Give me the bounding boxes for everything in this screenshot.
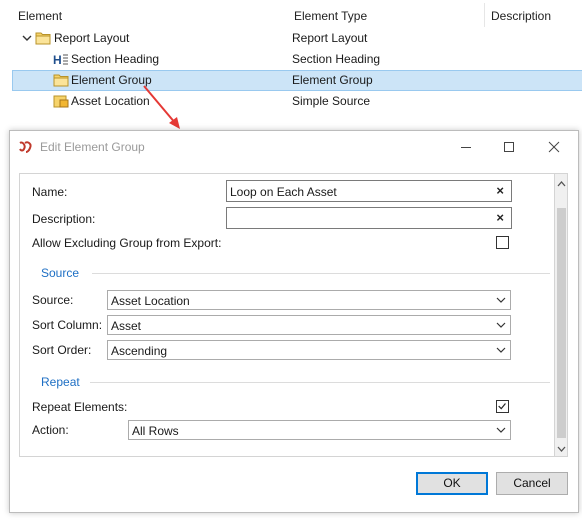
description-field[interactable]: ×	[226, 207, 512, 229]
dialog-titlebar[interactable]: Edit Element Group	[10, 131, 578, 163]
chevron-down-icon	[496, 427, 506, 433]
scroll-down-icon[interactable]	[555, 442, 568, 456]
chevron-down-icon	[496, 347, 506, 353]
tree-element-type: Element Group	[292, 73, 373, 87]
source-section-title: Source	[41, 266, 80, 280]
scrollbar-thumb[interactable]	[557, 208, 566, 438]
action-value: All Rows	[132, 424, 179, 438]
source-label: Source:	[32, 293, 74, 307]
chevron-down-icon[interactable]	[21, 32, 33, 44]
grid-header: Element Element Type Description	[0, 0, 582, 30]
repeat-section-title: Repeat	[41, 375, 80, 389]
close-icon[interactable]	[540, 137, 568, 157]
vertical-scrollbar[interactable]	[555, 173, 568, 457]
annotation-arrow	[143, 85, 180, 129]
tree-element-type: Section Heading	[292, 52, 381, 66]
tree-element-label: Report Layout	[54, 31, 130, 45]
sort-order-dropdown[interactable]: Ascending	[107, 340, 511, 360]
sort-column-label: Sort Column:	[32, 318, 103, 332]
properties-panel: Name: Loop on Each Asset × Description: …	[19, 173, 555, 457]
minimize-icon[interactable]	[452, 137, 480, 157]
column-divider[interactable]	[484, 3, 485, 27]
column-header-element[interactable]: Element	[18, 9, 62, 23]
ok-button[interactable]: OK	[416, 472, 488, 495]
folder-open-icon	[53, 74, 69, 87]
edit-element-group-dialog: Edit Element Group Name: Loop on Each As…	[9, 130, 579, 513]
svg-text:H: H	[53, 53, 62, 66]
section-divider	[90, 382, 550, 383]
source-value: Asset Location	[111, 294, 190, 308]
tree-element-type: Report Layout	[292, 31, 368, 45]
name-field[interactable]: Loop on Each Asset ×	[226, 180, 512, 202]
allow-excluding-label: Allow Excluding Group from Export:	[32, 236, 222, 250]
allow-excluding-checkbox[interactable]	[496, 236, 509, 249]
app-logo-icon	[19, 141, 32, 153]
maximize-icon[interactable]	[495, 137, 523, 157]
tree-row-section-heading[interactable]: H Section Heading Section Heading	[0, 49, 582, 70]
sort-column-dropdown[interactable]: Asset	[107, 315, 511, 335]
dialog-title: Edit Element Group	[40, 140, 145, 154]
checkmark-icon	[498, 403, 506, 410]
clear-name-icon[interactable]: ×	[496, 184, 504, 198]
name-value: Loop on Each Asset	[230, 185, 337, 199]
source-dropdown[interactable]: Asset Location	[107, 290, 511, 310]
action-label: Action:	[32, 423, 69, 437]
chevron-down-icon	[496, 297, 506, 303]
tree-row-report-layout[interactable]: Report Layout Report Layout	[0, 28, 582, 49]
tree-row-asset-location[interactable]: Asset Location Simple Source	[0, 91, 582, 112]
sort-order-value: Ascending	[111, 344, 168, 358]
tree-element-label: Asset Location	[71, 94, 150, 108]
clear-description-icon[interactable]: ×	[496, 211, 504, 225]
tree-element-label: Section Heading	[71, 52, 160, 66]
description-label: Description:	[32, 212, 96, 226]
column-header-description[interactable]: Description	[491, 9, 551, 23]
sort-order-label: Sort Order:	[32, 343, 92, 357]
folder-open-icon	[35, 32, 51, 45]
tree-row-element-group[interactable]: Element Group Element Group	[0, 70, 582, 91]
name-label: Name:	[32, 185, 68, 199]
repeat-elements-checkbox[interactable]	[496, 400, 509, 413]
cancel-button[interactable]: Cancel	[496, 472, 568, 495]
scroll-up-icon[interactable]	[555, 177, 568, 191]
repeat-elements-label: Repeat Elements:	[32, 400, 128, 414]
source-icon	[53, 95, 69, 108]
column-header-element-type[interactable]: Element Type	[294, 9, 367, 23]
action-dropdown[interactable]: All Rows	[128, 420, 511, 440]
chevron-down-icon	[496, 322, 506, 328]
section-divider	[92, 273, 550, 274]
sort-column-value: Asset	[111, 319, 142, 333]
tree-element-type: Simple Source	[292, 94, 371, 108]
heading-icon: H	[53, 53, 68, 66]
